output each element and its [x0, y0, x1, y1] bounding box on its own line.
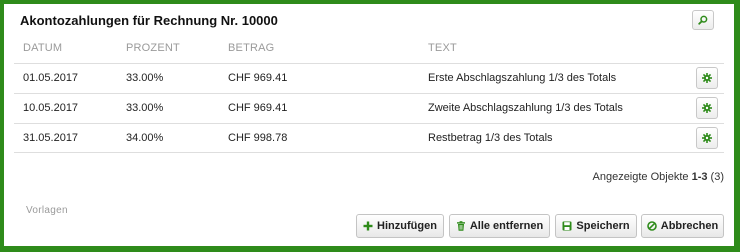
objects-range: 1-3 — [691, 171, 708, 183]
gear-icon — [702, 133, 712, 143]
cell-percent: 34.00% — [126, 132, 164, 144]
cell-amount: CHF 969.41 — [228, 72, 288, 84]
gear-icon — [702, 73, 712, 83]
table-header: DATUM PROZENT BETRAG TEXT — [14, 42, 724, 60]
dialog-panel: Akontozahlungen für Rechnung Nr. 10000 D… — [4, 4, 734, 246]
objects-total: (3) — [710, 171, 724, 183]
cell-text: Erste Abschlagszahlung 1/3 des Totals — [428, 72, 617, 84]
save-icon — [562, 221, 572, 231]
add-button[interactable]: Hinzufügen — [356, 214, 444, 238]
plus-icon — [363, 221, 373, 231]
save-button-label: Speichern — [576, 220, 630, 232]
table-row: 01.05.2017 33.00% CHF 969.41 Erste Absch… — [14, 63, 724, 93]
remove-all-button-label: Alle entfernen — [469, 220, 544, 232]
cancel-icon — [646, 221, 657, 231]
column-header-date: DATUM — [23, 42, 63, 54]
cell-text: Restbetrag 1/3 des Totals — [428, 132, 553, 144]
search-icon — [698, 15, 708, 25]
cancel-button-label: Abbrechen — [660, 220, 719, 232]
column-header-amount: BETRAG — [228, 42, 275, 54]
search-button[interactable] — [692, 10, 714, 30]
cell-amount: CHF 998.78 — [228, 132, 288, 144]
row-settings-button[interactable] — [696, 97, 718, 119]
table-row: 31.05.2017 34.00% CHF 998.78 Restbetrag … — [14, 123, 724, 153]
gear-icon — [702, 103, 712, 113]
row-settings-button[interactable] — [696, 127, 718, 149]
cell-date: 10.05.2017 — [23, 102, 79, 114]
cancel-button[interactable]: Abbrechen — [641, 214, 724, 238]
cell-date: 01.05.2017 — [23, 72, 79, 84]
cell-amount: CHF 969.41 — [228, 102, 288, 114]
objects-count: Angezeigte Objekte 1-3 (3) — [593, 171, 725, 183]
row-settings-button[interactable] — [696, 67, 718, 89]
dialog-title: Akontozahlungen für Rechnung Nr. 10000 — [20, 13, 278, 28]
cell-text: Zweite Abschlagszahlung 1/3 des Totals — [428, 102, 623, 114]
remove-all-button[interactable]: Alle entfernen — [449, 214, 550, 238]
column-header-percent: PROZENT — [126, 42, 180, 54]
trash-icon — [456, 221, 465, 231]
save-button[interactable]: Speichern — [555, 214, 637, 238]
payments-table: 01.05.2017 33.00% CHF 969.41 Erste Absch… — [14, 63, 724, 153]
column-header-text: TEXT — [428, 42, 457, 54]
cell-percent: 33.00% — [126, 102, 164, 114]
add-button-label: Hinzufügen — [377, 220, 437, 232]
table-row: 10.05.2017 33.00% CHF 969.41 Zweite Absc… — [14, 93, 724, 123]
objects-label: Angezeigte Objekte — [592, 171, 689, 183]
templates-label: Vorlagen — [26, 205, 68, 216]
cell-date: 31.05.2017 — [23, 132, 79, 144]
cell-percent: 33.00% — [126, 72, 164, 84]
